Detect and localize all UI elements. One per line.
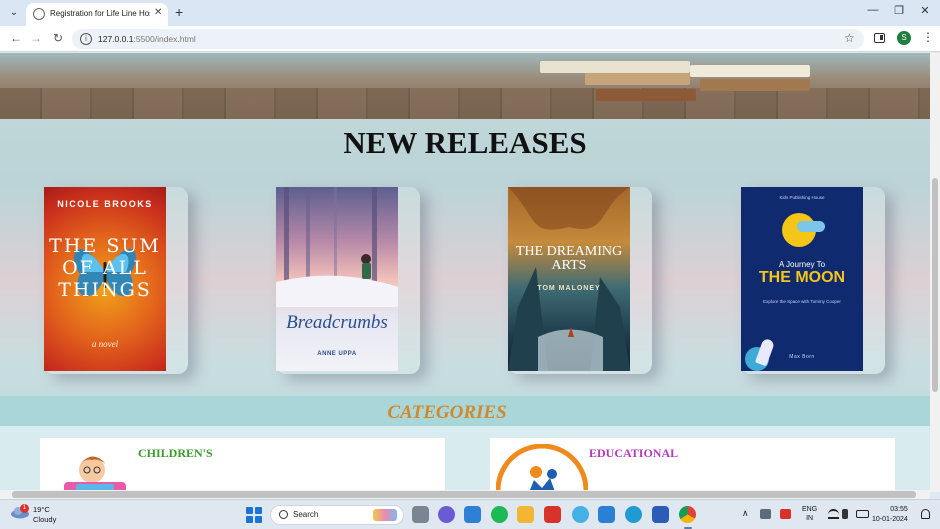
menu-kebab-icon[interactable]: ⋮: [922, 30, 934, 44]
tab-search-menu-icon[interactable]: ⌄: [6, 5, 22, 21]
new-releases-heading: NEW RELEASES: [343, 125, 587, 160]
bookmark-star-icon[interactable]: ☆: [844, 31, 855, 45]
vscode-icon[interactable]: [598, 506, 615, 523]
close-window-button[interactable]: ✕: [910, 4, 940, 17]
book-cover-journey-to-the-moon[interactable]: Kids Publishing House A Journey To THE M…: [741, 187, 863, 371]
task-view-icon[interactable]: [412, 506, 429, 523]
file-explorer-icon[interactable]: [517, 506, 534, 523]
winter-forest-illustration: [276, 187, 398, 307]
forward-icon[interactable]: →: [28, 31, 44, 45]
word-icon[interactable]: [652, 506, 669, 523]
categories-heading: CATEGORIES: [387, 402, 507, 423]
book-tagline: Explore the Space with Tommy Cooper: [763, 299, 841, 304]
tray-app-icon[interactable]: [760, 509, 771, 519]
category-label: EDUCATIONAL: [589, 446, 679, 460]
chrome-icon[interactable]: [679, 506, 696, 523]
horizontal-scrollbar[interactable]: [0, 490, 930, 499]
hero-banner-image: [0, 53, 930, 119]
category-label: CHILDREN'S: [138, 446, 213, 460]
reload-icon[interactable]: ↻: [50, 31, 66, 45]
globe-icon: [33, 8, 45, 20]
address-url: 127.0.0.1:5500/index.html: [98, 34, 196, 44]
rocket-illustration: [754, 337, 776, 367]
vertical-scroll-thumb[interactable]: [932, 178, 938, 392]
hero-wood-texture: [0, 88, 930, 119]
book-card[interactable]: Kids Publishing House A Journey To THE M…: [741, 187, 885, 374]
book-subtitle: a novel: [91, 339, 119, 349]
book-title: THE MOON: [758, 269, 846, 286]
book-cover-sum-of-all-things[interactable]: NICOLE BROOKS THE SUM OF ALL THINGS a no…: [44, 187, 166, 371]
hero-book-2: [585, 73, 690, 85]
battery-icon[interactable]: [856, 510, 869, 518]
book-card[interactable]: NICOLE BROOKS THE SUM OF ALL THINGS a no…: [44, 187, 188, 374]
browser-tab-bar: ⌄ Registration for Life Line Hospi ✕ + —…: [0, 0, 940, 26]
book-author: NICOLE BROOKS: [57, 199, 153, 209]
page-viewport: NEW RELEASES NICOLE BROOKS THE SUM OF AL…: [0, 53, 930, 492]
book-kicker: A Journey To: [778, 260, 826, 269]
book-author: Max Born: [789, 354, 815, 360]
language-indicator[interactable]: ENG IN: [802, 505, 817, 523]
book-title: THE DREAMING ARTS: [515, 244, 623, 273]
weather-temperature[interactable]: 19°C: [33, 505, 50, 514]
browser-tab-active[interactable]: Registration for Life Line Hospi ✕: [26, 3, 168, 26]
educational-logo-icon: [496, 444, 588, 492]
book-title: Breadcrumbs: [286, 312, 388, 333]
store-icon[interactable]: [464, 506, 481, 523]
hero-book-5: [596, 89, 696, 101]
search-icon: [279, 510, 288, 519]
horizontal-scroll-thumb[interactable]: [12, 491, 916, 498]
notification-bell-icon[interactable]: [921, 509, 930, 519]
tray-overflow-chevron-icon[interactable]: ∧: [742, 508, 749, 519]
volume-icon[interactable]: [842, 509, 848, 519]
spotify-icon[interactable]: [491, 506, 508, 523]
new-tab-button[interactable]: +: [175, 4, 183, 20]
taskbar-search-box[interactable]: Search: [270, 505, 404, 525]
book-publisher: Kids Publishing House: [779, 195, 825, 200]
category-card-educational[interactable]: EDUCATIONAL: [490, 438, 895, 492]
mcafee-icon[interactable]: [544, 506, 561, 523]
windows-start-icon[interactable]: [246, 507, 262, 523]
book-title: THE SUM OF ALL THINGS: [49, 235, 161, 301]
hero-book-4: [700, 79, 810, 91]
back-icon[interactable]: ←: [8, 31, 24, 45]
app-icon[interactable]: [572, 506, 589, 523]
cloud-illustration: [797, 221, 825, 232]
child-reading-icon: [64, 456, 126, 492]
category-card-childrens[interactable]: CHILDREN'S: [40, 438, 445, 492]
profile-avatar[interactable]: S: [897, 31, 911, 45]
book-author: TOM MALONEY: [537, 285, 601, 292]
system-clock[interactable]: 03:55 10-01-2024: [872, 505, 908, 525]
address-bar[interactable]: i 127.0.0.1:5500/index.html: [72, 29, 864, 49]
book-card[interactable]: THE DREAMING ARTS TOM MALONEY: [508, 187, 652, 374]
search-label: Search: [293, 510, 319, 519]
tab-close-icon[interactable]: ✕: [154, 7, 162, 18]
site-info-icon[interactable]: i: [80, 33, 92, 45]
side-panel-icon[interactable]: [874, 33, 885, 43]
book-author: ANNE UPPA: [317, 351, 357, 357]
wifi-icon[interactable]: [828, 509, 839, 519]
hero-book-3: [690, 65, 810, 77]
notification-badge: 1: [20, 504, 29, 513]
windows-taskbar: 1 19°C Cloudy Search ∧ ENG IN 03:55 10-01-…: [0, 499, 940, 529]
edge-icon[interactable]: [625, 506, 642, 523]
book-cover-breadcrumbs[interactable]: Breadcrumbs ANNE UPPA: [276, 187, 398, 371]
tray-security-icon[interactable]: [780, 509, 791, 519]
vertical-scrollbar[interactable]: [930, 53, 940, 492]
book-cover-dreaming-arts[interactable]: THE DREAMING ARTS TOM MALONEY: [508, 187, 630, 371]
browser-toolbar: ← → ↻ i 127.0.0.1:5500/index.html: [0, 26, 940, 52]
search-highlight-icon: [373, 509, 397, 521]
chat-icon[interactable]: [438, 506, 455, 523]
tab-title: Registration for Life Line Hospi: [50, 9, 150, 18]
weather-description[interactable]: Cloudy: [33, 515, 56, 524]
fantasy-landscape-illustration: [508, 187, 630, 371]
book-card[interactable]: Breadcrumbs ANNE UPPA: [276, 187, 420, 374]
hero-book-1: [540, 61, 690, 73]
